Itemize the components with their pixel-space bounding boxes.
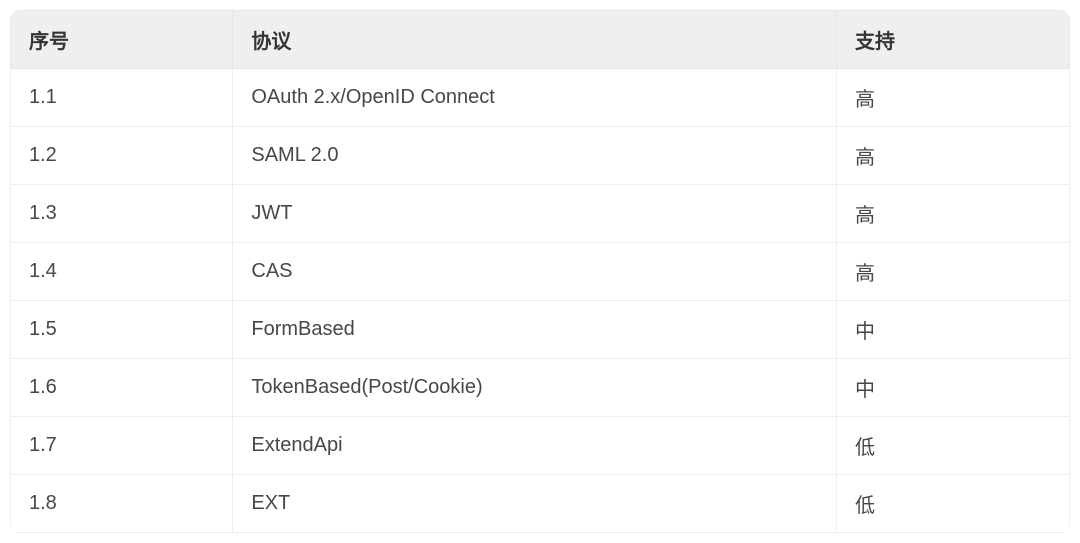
header-index: 序号 bbox=[11, 11, 233, 69]
table-row: 1.2 SAML 2.0 高 bbox=[11, 127, 1070, 185]
cell-support: 中 bbox=[837, 301, 1070, 359]
table-row: 1.4 CAS 高 bbox=[11, 243, 1070, 301]
table-row: 1.6 TokenBased(Post/Cookie) 中 bbox=[11, 359, 1070, 417]
protocol-support-table: 序号 协议 支持 1.1 OAuth 2.x/OpenID Connect 高 … bbox=[10, 10, 1070, 533]
table-row: 1.1 OAuth 2.x/OpenID Connect 高 bbox=[11, 69, 1070, 127]
cell-protocol: SAML 2.0 bbox=[233, 127, 837, 185]
cell-index: 1.4 bbox=[11, 243, 233, 301]
cell-index: 1.8 bbox=[11, 475, 233, 533]
header-support: 支持 bbox=[837, 11, 1070, 69]
table-header-row: 序号 协议 支持 bbox=[11, 11, 1070, 69]
cell-support: 低 bbox=[837, 417, 1070, 475]
cell-index: 1.5 bbox=[11, 301, 233, 359]
table: 序号 协议 支持 1.1 OAuth 2.x/OpenID Connect 高 … bbox=[10, 10, 1070, 533]
table-row: 1.5 FormBased 中 bbox=[11, 301, 1070, 359]
cell-protocol: TokenBased(Post/Cookie) bbox=[233, 359, 837, 417]
table-row: 1.8 EXT 低 bbox=[11, 475, 1070, 533]
header-protocol: 协议 bbox=[233, 11, 837, 69]
cell-protocol: ExtendApi bbox=[233, 417, 837, 475]
cell-protocol: FormBased bbox=[233, 301, 837, 359]
cell-index: 1.3 bbox=[11, 185, 233, 243]
cell-index: 1.2 bbox=[11, 127, 233, 185]
cell-index: 1.1 bbox=[11, 69, 233, 127]
table-row: 1.3 JWT 高 bbox=[11, 185, 1070, 243]
cell-protocol: JWT bbox=[233, 185, 837, 243]
cell-protocol: OAuth 2.x/OpenID Connect bbox=[233, 69, 837, 127]
cell-index: 1.7 bbox=[11, 417, 233, 475]
cell-support: 低 bbox=[837, 475, 1070, 533]
cell-protocol: EXT bbox=[233, 475, 837, 533]
cell-protocol: CAS bbox=[233, 243, 837, 301]
cell-support: 高 bbox=[837, 127, 1070, 185]
table-row: 1.7 ExtendApi 低 bbox=[11, 417, 1070, 475]
cell-support: 高 bbox=[837, 243, 1070, 301]
cell-support: 高 bbox=[837, 185, 1070, 243]
cell-index: 1.6 bbox=[11, 359, 233, 417]
cell-support: 中 bbox=[837, 359, 1070, 417]
cell-support: 高 bbox=[837, 69, 1070, 127]
